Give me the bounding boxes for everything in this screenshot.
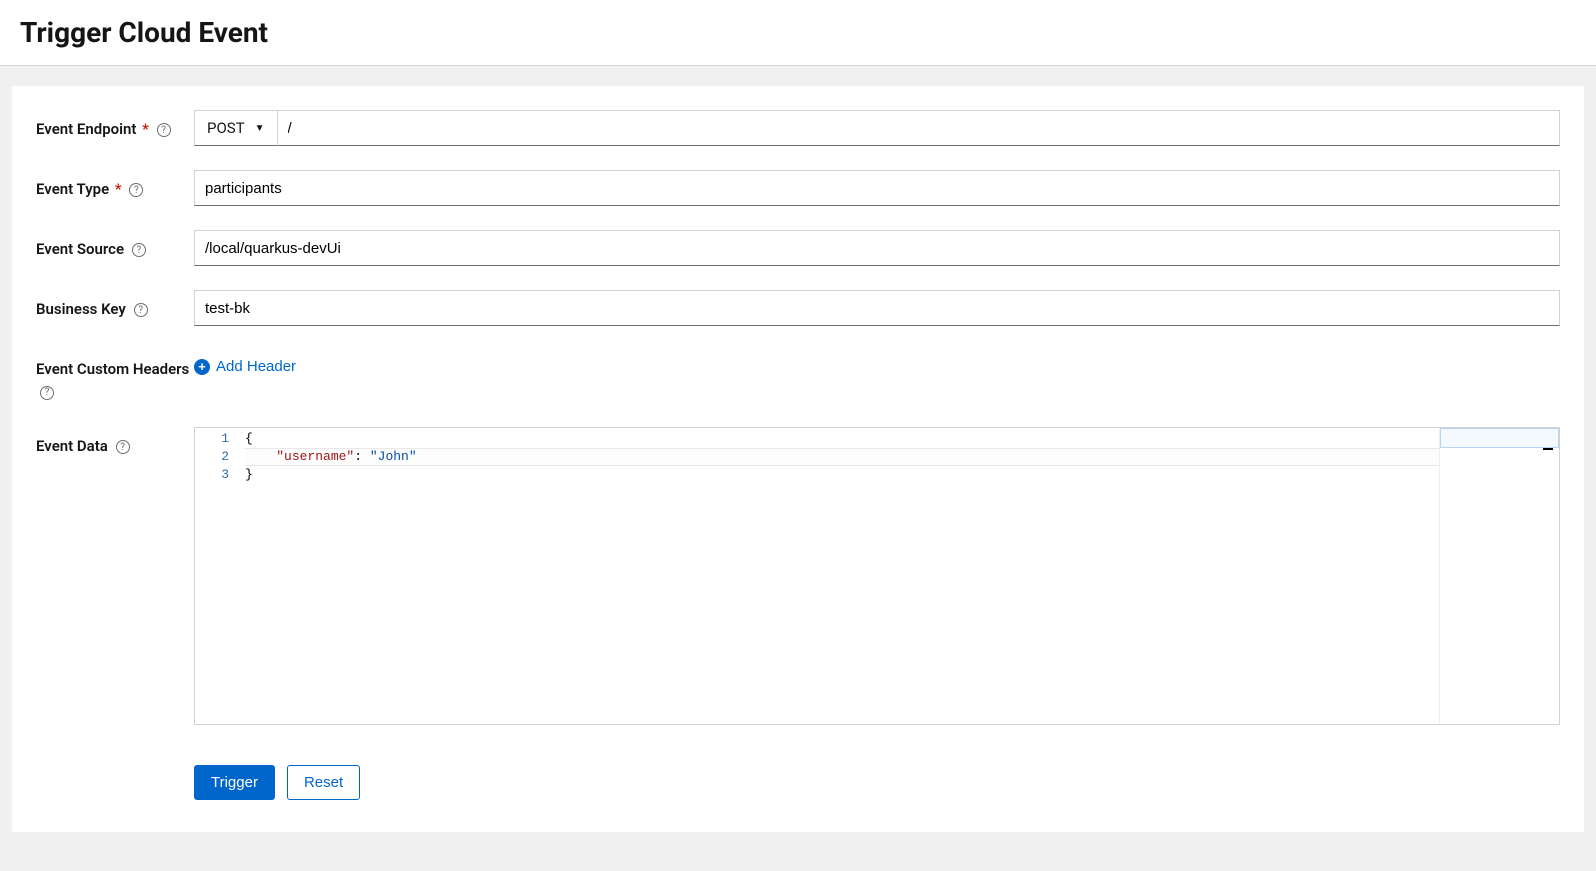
code-lines[interactable]: { "username": "John" }: [245, 428, 1439, 724]
label-text-event-data: Event Data: [36, 437, 108, 455]
required-marker: *: [115, 180, 122, 198]
brace-open: {: [245, 431, 253, 446]
help-icon[interactable]: ?: [132, 243, 146, 257]
label-text-event-source: Event Source: [36, 240, 124, 258]
row-event-endpoint: Event Endpoint * ? POST ▼: [36, 110, 1560, 146]
gutter-line-3: 3: [195, 466, 245, 484]
business-key-input[interactable]: [194, 290, 1560, 326]
code-minimap[interactable]: [1439, 428, 1559, 724]
row-business-key: Business Key ?: [36, 290, 1560, 326]
label-text-business-key: Business Key: [36, 300, 126, 318]
code-line-3: }: [245, 466, 1439, 484]
button-row: Trigger Reset: [194, 765, 1560, 800]
code-editor-inner: 1 2 3 { "username": "John" }: [195, 428, 1559, 724]
label-event-source: Event Source ?: [36, 230, 194, 261]
event-data-editor[interactable]: 1 2 3 { "username": "John" }: [194, 427, 1560, 725]
content-wrap: Event Endpoint * ? POST ▼ Event Type * ?: [0, 66, 1596, 852]
colon: :: [354, 449, 370, 464]
help-icon[interactable]: ?: [157, 123, 171, 137]
label-event-type: Event Type * ?: [36, 170, 194, 201]
minimap-slider[interactable]: [1440, 428, 1559, 448]
label-event-data: Event Data ?: [36, 427, 194, 458]
plus-circle-icon: +: [194, 359, 210, 375]
row-event-source: Event Source ?: [36, 230, 1560, 266]
trigger-button[interactable]: Trigger: [194, 765, 275, 800]
code-line-1: {: [245, 430, 1439, 448]
endpoint-path-input[interactable]: [278, 110, 1560, 146]
http-method-value: POST: [207, 119, 245, 137]
page-title: Trigger Cloud Event: [20, 16, 1576, 49]
http-method-select[interactable]: POST ▼: [194, 110, 278, 146]
json-val-john: "John": [370, 449, 417, 464]
form-card: Event Endpoint * ? POST ▼ Event Type * ?: [12, 86, 1584, 832]
json-key-username: "username": [276, 449, 354, 464]
help-icon[interactable]: ?: [134, 303, 148, 317]
brace-close: }: [245, 467, 253, 482]
indent: [245, 449, 276, 464]
caret-down-icon: ▼: [255, 123, 265, 134]
help-icon[interactable]: ?: [40, 386, 54, 400]
event-source-control: [194, 230, 1560, 266]
code-gutter: 1 2 3: [195, 428, 245, 724]
help-icon[interactable]: ?: [129, 183, 143, 197]
endpoint-controls: POST ▼: [194, 110, 1560, 146]
page-header: Trigger Cloud Event: [0, 0, 1596, 66]
label-event-endpoint: Event Endpoint * ?: [36, 110, 194, 141]
row-event-data: Event Data ? 1 2 3 { "username": "John" …: [36, 427, 1560, 725]
row-event-type: Event Type * ?: [36, 170, 1560, 206]
help-icon[interactable]: ?: [116, 440, 130, 454]
label-business-key: Business Key ?: [36, 290, 194, 321]
reset-button[interactable]: Reset: [287, 765, 360, 800]
add-header-button[interactable]: + Add Header: [194, 350, 296, 383]
label-text-event-type: Event Type: [36, 180, 109, 198]
business-key-control: [194, 290, 1560, 326]
code-line-2: "username": "John": [245, 448, 1439, 466]
row-custom-headers: Event Custom Headers ? + Add Header: [36, 350, 1560, 403]
label-text-event-endpoint: Event Endpoint: [36, 120, 136, 138]
required-marker: *: [142, 120, 149, 138]
event-type-input[interactable]: [194, 170, 1560, 206]
add-header-label: Add Header: [216, 358, 296, 375]
event-source-input[interactable]: [194, 230, 1560, 266]
gutter-line-2: 2: [195, 448, 245, 466]
label-custom-headers: Event Custom Headers ?: [36, 350, 194, 403]
gutter-line-1: 1: [195, 430, 245, 448]
label-text-custom-headers: Event Custom Headers: [36, 360, 189, 378]
minimap-cursor-icon: [1543, 448, 1553, 450]
custom-headers-control: + Add Header: [194, 350, 1560, 383]
event-type-control: [194, 170, 1560, 206]
